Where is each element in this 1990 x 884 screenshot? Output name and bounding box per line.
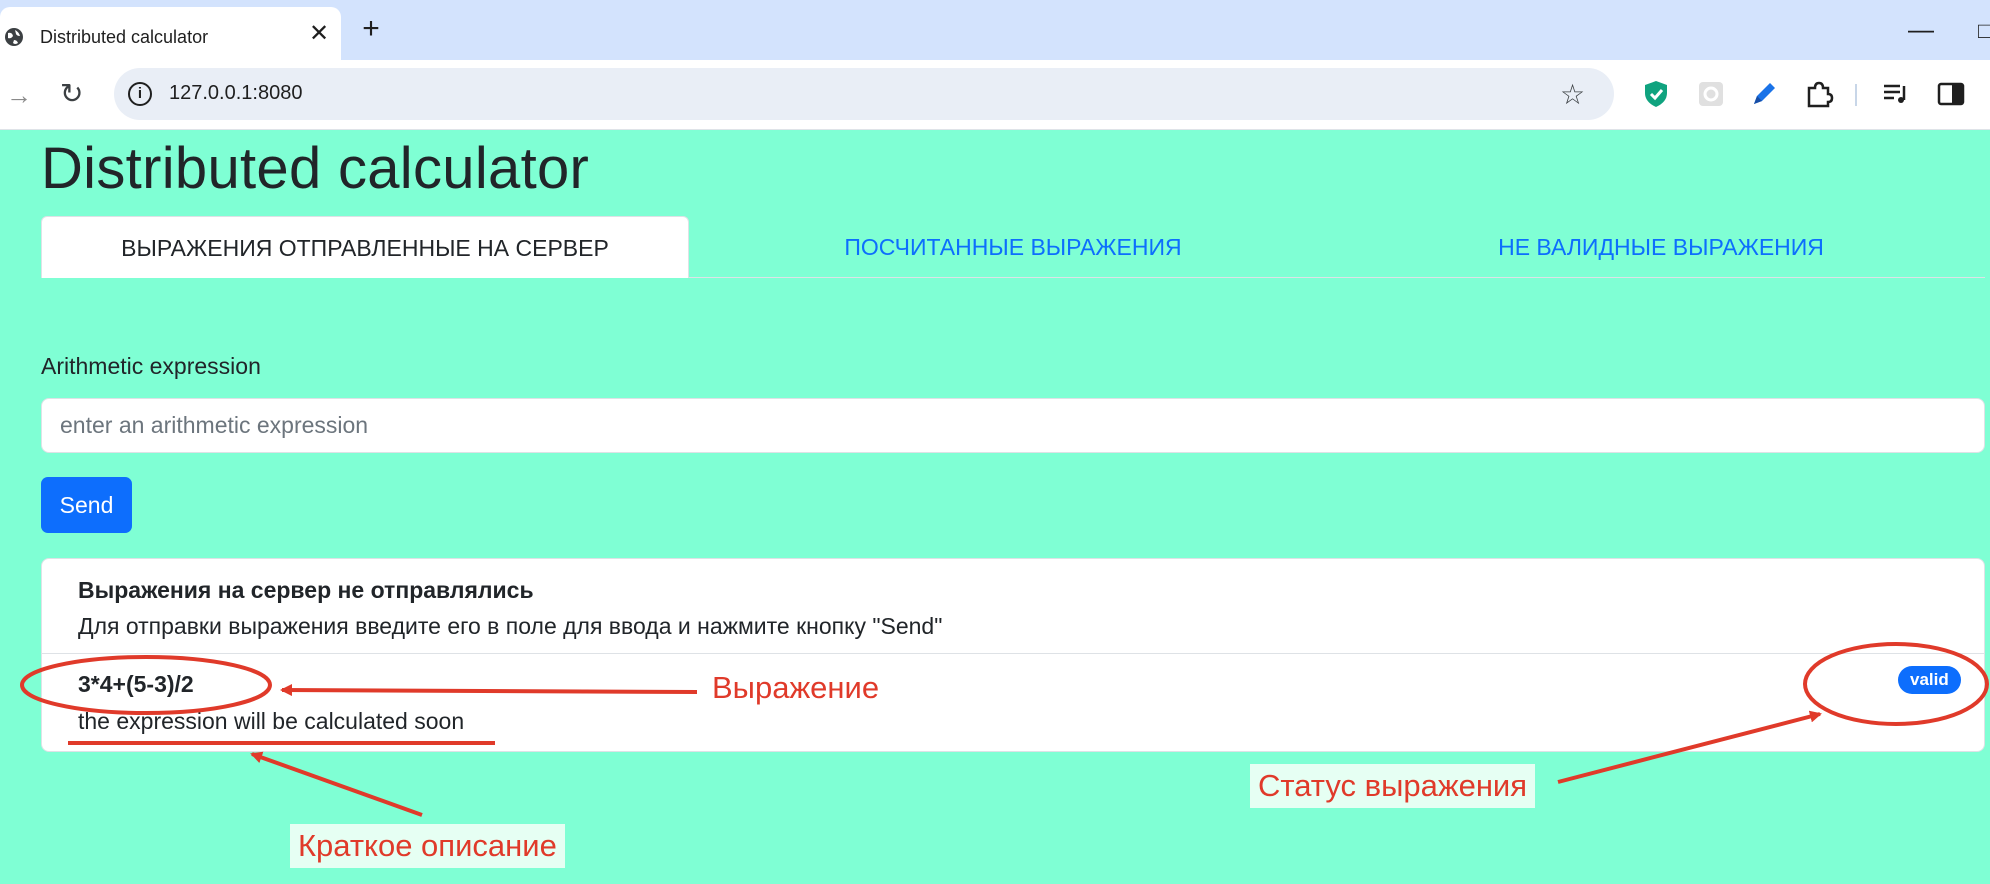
site-info-icon[interactable]: i — [128, 82, 152, 106]
expression-input[interactable] — [41, 398, 1985, 453]
tab-calculated-expressions[interactable]: ПОСЧИТАННЫЕ ВЫРАЖЕНИЯ — [689, 216, 1337, 278]
bookmark-star-icon[interactable]: ☆ — [1560, 78, 1585, 111]
status-badge: valid — [1898, 666, 1961, 694]
minimize-button[interactable]: — — [1906, 14, 1936, 44]
list-item-empty-notice: Выражения на сервер не отправлялись Для … — [42, 559, 1984, 654]
nav-tabs: ВЫРАЖЕНИЯ ОТПРАВЛЕННЫЕ НА СЕРВЕР ПОСЧИТА… — [41, 216, 1985, 278]
empty-heading: Выражения на сервер не отправлялись — [78, 577, 534, 603]
browser-tabstrip: Distributed calculator ✕ + — □ — [0, 0, 1990, 60]
expression-text: 3*4+(5-3)/2 — [78, 671, 194, 697]
shield-extension-icon[interactable] — [1640, 78, 1672, 110]
page-title: Distributed calculator — [41, 136, 590, 201]
annotation-status-label: Статус выражения — [1250, 764, 1536, 808]
tab-invalid-expressions[interactable]: НЕ ВАЛИДНЫЕ ВЫРАЖЕНИЯ — [1337, 216, 1985, 278]
tab-close-icon[interactable]: ✕ — [305, 20, 333, 48]
media-control-icon[interactable] — [1880, 78, 1912, 110]
reload-icon[interactable]: ↻ — [60, 80, 83, 108]
globe-icon — [5, 28, 23, 46]
restore-icon[interactable]: □ — [1978, 18, 1990, 44]
annotation-description-label: Краткое описание — [290, 824, 565, 868]
expression-list: Выражения на сервер не отправлялись Для … — [41, 558, 1985, 752]
tab-sent-expressions[interactable]: ВЫРАЖЕНИЯ ОТПРАВЛЕННЫЕ НА СЕРВЕР — [41, 216, 689, 278]
expression-label: Arithmetic expression — [41, 353, 261, 379]
send-button[interactable]: Send — [41, 477, 132, 533]
new-tab-button[interactable]: + — [356, 14, 386, 44]
empty-text: Для отправки выражения введите его в пол… — [78, 613, 943, 639]
browser-toolbar: → ↻ i 127.0.0.1:8080 ☆ — [0, 60, 1990, 130]
expression-description: the expression will be calculated soon — [78, 708, 465, 734]
annotation-expression-label: Выражение — [712, 670, 880, 705]
list-item-expression: 3*4+(5-3)/2 the expression will be calcu… — [42, 654, 1984, 753]
tab-title: Distributed calculator — [40, 27, 209, 47]
forward-icon[interactable]: → — [6, 82, 32, 108]
extensions-puzzle-icon[interactable] — [1803, 78, 1835, 110]
pen-extension-icon[interactable] — [1748, 78, 1780, 110]
gear-extension-icon[interactable] — [1695, 78, 1727, 110]
toolbar-separator — [1855, 84, 1857, 106]
url-text[interactable]: 127.0.0.1:8080 — [169, 82, 302, 105]
address-bar[interactable]: i 127.0.0.1:8080 ☆ — [114, 68, 1614, 120]
side-panel-icon[interactable] — [1935, 78, 1967, 110]
page-content: Distributed calculator ВЫРАЖЕНИЯ ОТПРАВЛ… — [0, 130, 1990, 884]
browser-tab[interactable]: Distributed calculator ✕ — [0, 7, 341, 60]
